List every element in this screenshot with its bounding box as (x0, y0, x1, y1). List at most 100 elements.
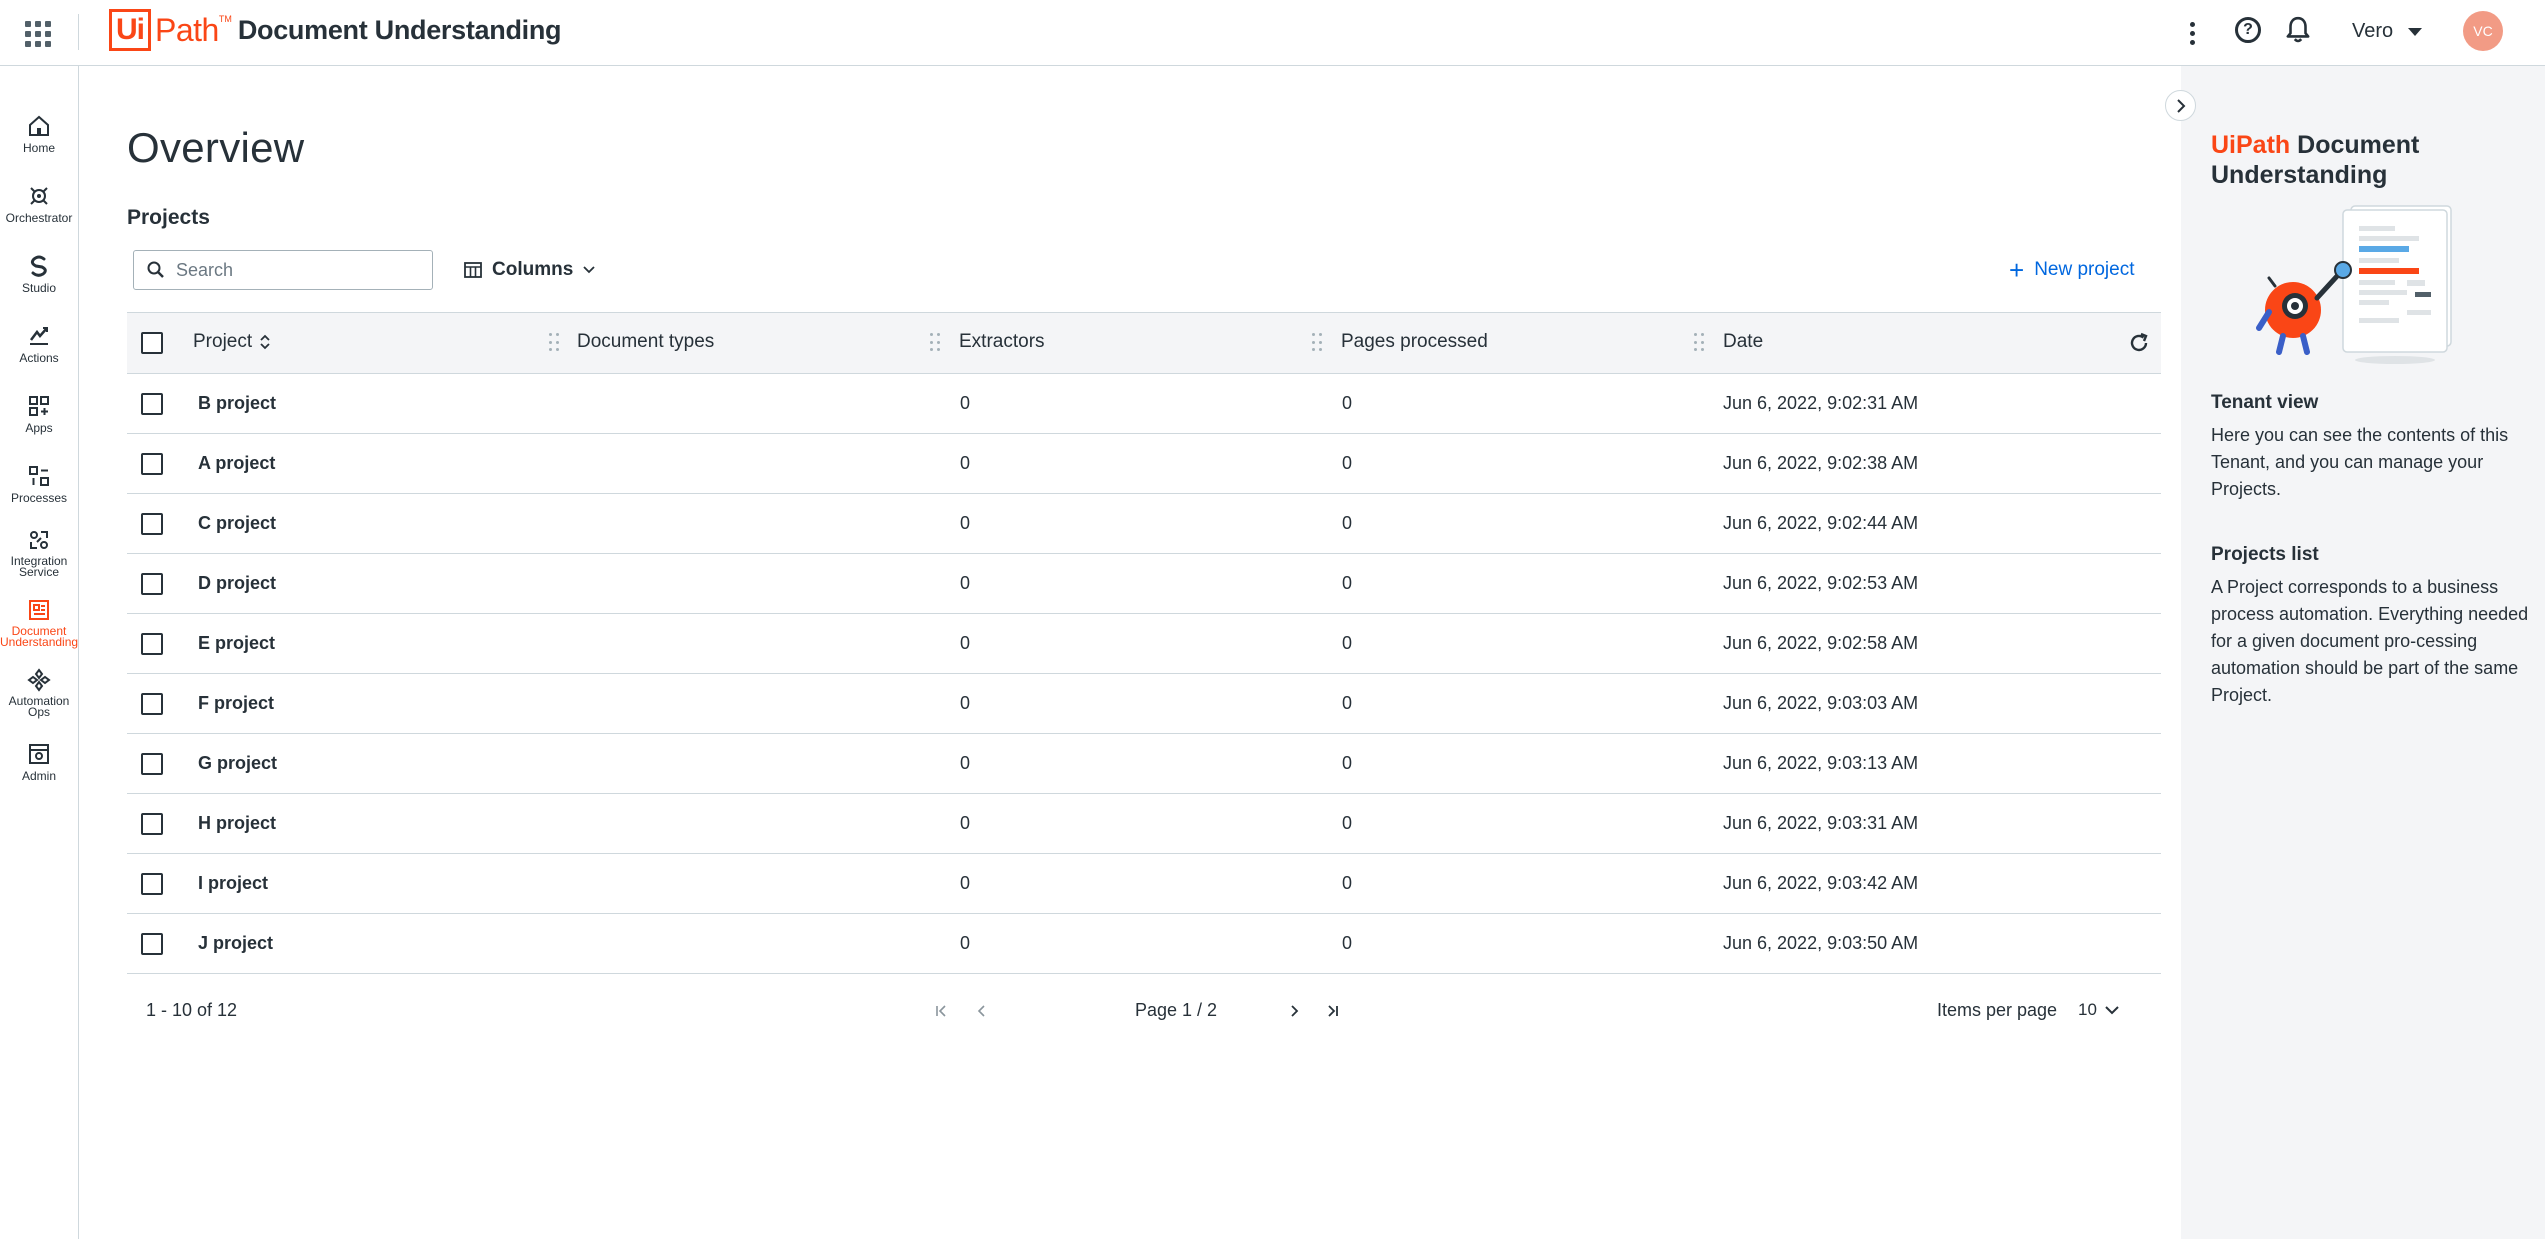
help-icon[interactable]: ? (2235, 17, 2261, 43)
project-name[interactable]: F project (198, 693, 274, 714)
search-input[interactable] (176, 257, 416, 283)
row-checkbox[interactable] (141, 693, 163, 715)
nav-item-orchestrator[interactable]: Orchestrator (0, 184, 78, 224)
column-header-date[interactable]: Date (1723, 331, 1763, 353)
row-checkbox[interactable] (141, 753, 163, 775)
table-row[interactable]: A project 0 0 Jun 6, 2022, 9:02:38 AM (127, 434, 2161, 494)
nav-label: Actions (19, 351, 59, 365)
row-checkbox[interactable] (141, 633, 163, 655)
row-checkbox[interactable] (141, 813, 163, 835)
refresh-icon[interactable] (2127, 331, 2151, 355)
avatar[interactable]: VC (2463, 11, 2503, 51)
pages-value: 0 (1342, 393, 1353, 413)
project-name[interactable]: G project (198, 753, 277, 774)
column-header-extractors[interactable]: Extractors (959, 331, 1045, 353)
nav-item-home[interactable]: Home (0, 114, 78, 154)
main-content: Overview Projects Columns + New project … (79, 66, 2181, 1239)
user-name[interactable]: Vero (2352, 20, 2393, 43)
chevron-right-icon (2176, 98, 2185, 113)
table-row[interactable]: H project 0 0 Jun 6, 2022, 9:03:31 AM (127, 794, 2161, 854)
row-checkbox[interactable] (141, 873, 163, 895)
next-page-icon[interactable] (1287, 1004, 1301, 1018)
actions-icon (30, 327, 48, 345)
first-page-icon[interactable] (935, 1004, 949, 1018)
table-row[interactable]: F project 0 0 Jun 6, 2022, 9:03:03 AM (127, 674, 2161, 734)
select-all-checkbox[interactable] (141, 332, 163, 354)
table-row[interactable]: I project 0 0 Jun 6, 2022, 9:03:42 AM (127, 854, 2161, 914)
nav-item-integration-service[interactable]: Integration Service (0, 528, 78, 578)
nav-item-admin[interactable]: Admin (0, 742, 78, 782)
logo-path: Path (155, 11, 219, 48)
nav-item-processes[interactable]: Processes (0, 464, 78, 504)
previous-page-icon[interactable] (975, 1004, 989, 1018)
column-resize-handle[interactable] (1312, 333, 1322, 353)
uipath-logo[interactable]: Ui Path TM Document Understanding (109, 8, 562, 52)
row-checkbox[interactable] (141, 933, 163, 955)
more-options-icon[interactable] (2180, 18, 2204, 48)
table-row[interactable]: E project 0 0 Jun 6, 2022, 9:02:58 AM (127, 614, 2161, 674)
table-row[interactable]: C project 0 0 Jun 6, 2022, 9:02:44 AM (127, 494, 2161, 554)
search-box[interactable] (133, 250, 433, 290)
project-name[interactable]: D project (198, 573, 276, 594)
date-value: Jun 6, 2022, 9:02:58 AM (1723, 633, 1919, 653)
nav-item-document-understanding[interactable]: Document Understanding (0, 598, 78, 648)
table-row[interactable]: B project 0 0 Jun 6, 2022, 9:02:31 AM (127, 374, 2161, 434)
project-name[interactable]: C project (198, 513, 276, 534)
project-name[interactable]: A project (198, 453, 275, 474)
document-robot-illustration (2256, 205, 2452, 364)
page-indicator: Page 1 / 2 (1135, 1000, 1218, 1020)
extractors-value: 0 (960, 813, 971, 833)
extractors-value: 0 (960, 933, 971, 953)
row-checkbox[interactable] (141, 573, 163, 595)
table-row[interactable]: G project 0 0 Jun 6, 2022, 9:03:13 AM (127, 734, 2161, 794)
chevron-down-icon (2105, 1005, 2119, 1014)
columns-label: Columns (492, 259, 574, 280)
last-page-icon[interactable] (1325, 1004, 1339, 1018)
nav-item-apps[interactable]: Apps (0, 394, 78, 434)
projects-list-text: A Project corresponds to a business proc… (2211, 577, 2529, 705)
column-header-project[interactable]: Project (193, 331, 270, 353)
panel-title-brand: UiPath (2211, 131, 2291, 159)
project-name[interactable]: B project (198, 393, 276, 414)
row-checkbox[interactable] (141, 453, 163, 475)
column-resize-handle[interactable] (1694, 333, 1704, 353)
nav-item-automation-ops[interactable]: Automation Ops (0, 668, 78, 718)
user-menu-chevron-icon[interactable] (2408, 28, 2422, 36)
column-header-pages-processed[interactable]: Pages processed (1341, 331, 1488, 353)
nav-item-studio[interactable]: Studio (0, 254, 78, 294)
table-header: Project Document types Extractors Pages … (127, 312, 2161, 374)
nav-label: Orchestrator (5, 211, 73, 225)
app-launcher-icon[interactable] (22, 18, 51, 47)
items-per-page-select[interactable]: 10 (2078, 1000, 2119, 1020)
project-name[interactable]: I project (198, 873, 268, 894)
project-name[interactable]: H project (198, 813, 276, 834)
collapse-panel-button[interactable] (2165, 90, 2196, 121)
info-panel: UiPath Document Understanding Tenant vie… (2181, 66, 2545, 1239)
column-resize-handle[interactable] (549, 333, 559, 353)
apps-icon (29, 396, 49, 416)
date-value: Jun 6, 2022, 9:03:31 AM (1723, 813, 1919, 833)
sort-icon[interactable] (260, 334, 270, 350)
nav-label: Admin (21, 769, 56, 783)
table-row[interactable]: J project 0 0 Jun 6, 2022, 9:03:50 AM (127, 914, 2161, 974)
new-project-button[interactable]: + New project (2009, 255, 2135, 285)
columns-button[interactable]: Columns (464, 255, 595, 285)
notifications-bell-icon[interactable] (2285, 15, 2311, 45)
row-checkbox[interactable] (141, 513, 163, 535)
table-row[interactable]: D project 0 0 Jun 6, 2022, 9:02:53 AM (127, 554, 2161, 614)
project-name[interactable]: E project (198, 633, 275, 654)
product-name: Document Understanding (237, 14, 562, 45)
pages-value: 0 (1342, 933, 1353, 953)
pagination-range: 1 - 10 of 12 (146, 1000, 238, 1020)
items-per-page-label: Items per page (1937, 1000, 2058, 1020)
column-resize-handle[interactable] (930, 333, 940, 353)
header-label: Project (193, 331, 253, 352)
tenant-view-text: Here you can see the contents of this Te… (2211, 425, 2509, 499)
row-checkbox[interactable] (141, 393, 163, 415)
pages-value: 0 (1342, 633, 1353, 653)
tenant-view-heading: Tenant view (2211, 392, 2319, 413)
column-header-document-types[interactable]: Document types (577, 331, 714, 353)
project-name[interactable]: J project (198, 933, 273, 954)
nav-item-actions[interactable]: Actions (0, 324, 78, 364)
logo-ui: Ui (109, 9, 151, 51)
